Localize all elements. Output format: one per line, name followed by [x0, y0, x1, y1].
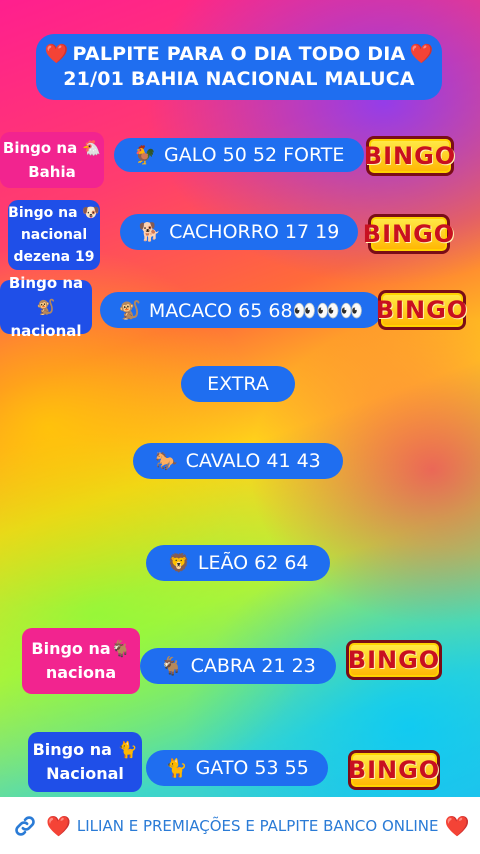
tag-line: nacional — [10, 322, 82, 340]
guess-text: GATO 53 55 — [195, 757, 309, 779]
goat-icon: 🐐 — [160, 655, 183, 677]
extra-label: EXTRA — [181, 366, 295, 402]
guess-text: MACACO 65 68👀👀👀 — [148, 299, 364, 322]
bingo-tag-macaco: Bingo na 🐒 nacional — [0, 274, 92, 340]
tag-line: dezena 19 — [13, 249, 95, 265]
tag-line: Bahia — [28, 163, 76, 181]
tag-line: Bingo na 🐈 — [32, 740, 138, 759]
tag-line: Bingo na 🐶 — [8, 205, 100, 221]
guess-leao: 🦁 LEÃO 62 64 — [146, 545, 330, 581]
guess-text: LEÃO 62 64 — [197, 552, 309, 574]
cat-icon: 🐈 — [165, 757, 188, 779]
link-sticker[interactable]: ❤️ LILIAN E PREMIAÇÕES E PALPITE BANCO O… — [0, 797, 480, 854]
dog-icon: 🐕 — [138, 221, 162, 243]
heart-icon: ❤️ — [444, 813, 470, 838]
heart-icon: ❤️ — [44, 43, 69, 65]
bingo-badge: BINGO — [363, 214, 454, 254]
bingo-tag-cachorro: Bingo na 🐶 nacional dezena 19 — [8, 200, 100, 270]
heart-icon: ❤️ — [409, 43, 434, 65]
monkey-icon: 🐒 — [118, 299, 141, 321]
title-line-2: 21/01 BAHIA NACIONAL MALUCA — [63, 68, 415, 90]
tag-line: Nacional — [46, 764, 124, 783]
guess-text: CABRA 21 23 — [190, 655, 316, 677]
tag-line: Bingo na 🐒 — [8, 274, 84, 316]
heart-icon: ❤️ — [46, 813, 71, 838]
bingo-badge: BINGO — [364, 136, 455, 176]
title-banner: ❤️ PALPITE PARA O DIA TODO DIA ❤️ 21/01 … — [36, 34, 442, 100]
bingo-tag-galo: Bingo na 🐔 Bahia — [0, 132, 104, 188]
guess-gato: 🐈 GATO 53 55 — [146, 750, 328, 786]
lion-icon: 🦁 — [167, 552, 190, 574]
footer-link-text[interactable]: LILIAN E PREMIAÇÕES E PALPITE BANCO ONLI… — [77, 817, 439, 835]
guess-cachorro: 🐕 CACHORRO 17 19 — [120, 214, 358, 250]
tag-line: Bingo na🐐 — [31, 639, 131, 658]
guess-text: CAVALO 41 43 — [185, 450, 321, 472]
rooster-icon: 🐓 — [133, 144, 157, 166]
tag-line: Bingo na 🐔 — [2, 139, 102, 157]
link-icon — [10, 811, 40, 841]
bingo-tag-gato: Bingo na 🐈 Nacional — [28, 732, 142, 792]
bingo-badge: BINGO — [376, 290, 467, 330]
extra-text: EXTRA — [207, 373, 269, 395]
bingo-tag-cabra: Bingo na🐐 naciona — [22, 628, 140, 694]
guess-text: CACHORRO 17 19 — [169, 221, 340, 243]
title-line-1: PALPITE PARA O DIA TODO DIA — [72, 43, 406, 65]
bingo-badge: BINGO — [346, 640, 442, 680]
guess-cavalo: 🐎 CAVALO 41 43 — [133, 443, 343, 479]
horse-icon: 🐎 — [155, 450, 178, 472]
guess-cabra: 🐐 CABRA 21 23 — [140, 648, 336, 684]
guess-text: GALO 50 52 FORTE — [164, 144, 345, 166]
guess-galo: 🐓 GALO 50 52 FORTE — [114, 138, 364, 172]
bingo-badge: BINGO — [348, 750, 440, 790]
tag-line: naciona — [45, 663, 117, 682]
tag-line: nacional — [20, 227, 88, 243]
guess-macaco: 🐒 MACACO 65 68👀👀👀 — [100, 292, 382, 328]
